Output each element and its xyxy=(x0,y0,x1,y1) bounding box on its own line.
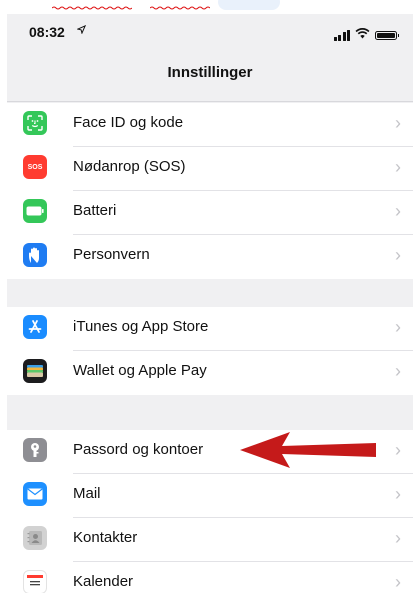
annotation-arrow-icon xyxy=(240,432,376,468)
sos-icon: SOS xyxy=(23,155,47,179)
cropped-bubble xyxy=(218,0,280,10)
row-label: Batteri xyxy=(73,202,117,219)
status-time: 08:32 xyxy=(29,24,65,40)
app-store-icon xyxy=(23,315,47,339)
row-label: Kontakter xyxy=(73,529,138,546)
chevron-right-icon: › xyxy=(395,440,401,460)
battery-icon xyxy=(23,199,47,223)
chevron-right-icon: › xyxy=(395,361,401,381)
hand-icon xyxy=(23,243,47,267)
row-label: iTunes og App Store xyxy=(73,318,209,335)
spellcheck-underline xyxy=(150,6,210,10)
settings-row-emergency-sos[interactable]: SOS Nødanrop (SOS) › xyxy=(7,147,413,191)
settings-row-face-id[interactable]: Face ID og kode › xyxy=(7,103,413,147)
wifi-icon xyxy=(355,26,370,44)
row-label: Kalender xyxy=(73,573,134,590)
row-label: Personvern xyxy=(73,246,150,263)
nav-divider xyxy=(7,101,413,102)
spellcheck-underline xyxy=(52,6,132,10)
settings-row-contacts[interactable]: Kontakter › xyxy=(7,518,413,562)
chevron-right-icon: › xyxy=(395,245,401,265)
chevron-right-icon: › xyxy=(395,113,401,133)
chevron-right-icon: › xyxy=(395,317,401,337)
row-label: Face ID og kode xyxy=(73,114,184,131)
settings-group-1: Face ID og kode › SOS Nødanrop (SOS) › B… xyxy=(7,103,413,279)
settings-row-battery[interactable]: Batteri › xyxy=(7,191,413,235)
face-id-icon xyxy=(23,111,47,135)
key-icon xyxy=(23,438,47,462)
row-label: Mail xyxy=(73,485,101,502)
settings-row-mail[interactable]: Mail › xyxy=(7,474,413,518)
chevron-right-icon: › xyxy=(395,572,401,592)
wallet-icon xyxy=(23,359,47,383)
mail-icon xyxy=(23,482,47,506)
chevron-right-icon: › xyxy=(395,157,401,177)
cropped-top-strip xyxy=(0,0,413,14)
status-bar: 08:32 xyxy=(7,14,413,52)
settings-row-itunes-app-store[interactable]: iTunes og App Store › xyxy=(7,307,413,351)
page-title: Innstillinger xyxy=(167,64,253,81)
settings-row-calendar[interactable]: Kalender › xyxy=(7,562,413,593)
settings-row-privacy[interactable]: Personvern › xyxy=(7,235,413,279)
chevron-right-icon: › xyxy=(395,201,401,221)
location-arrow-icon xyxy=(76,24,87,37)
calendar-icon xyxy=(23,570,47,593)
chevron-right-icon: › xyxy=(395,484,401,504)
settings-group-2: iTunes og App Store › Wallet og Apple Pa… xyxy=(7,307,413,395)
battery-status-icon xyxy=(375,30,399,40)
cellular-signal-icon xyxy=(333,29,350,41)
phone-screen: 08:32 Innstillinger Face ID og kode › SO… xyxy=(7,14,413,593)
row-label: Nødanrop (SOS) xyxy=(73,158,186,175)
chevron-right-icon: › xyxy=(395,528,401,548)
contacts-icon xyxy=(23,526,47,550)
row-label: Passord og kontoer xyxy=(73,441,204,458)
row-label: Wallet og Apple Pay xyxy=(73,362,207,379)
settings-row-wallet-apple-pay[interactable]: Wallet og Apple Pay › xyxy=(7,351,413,395)
